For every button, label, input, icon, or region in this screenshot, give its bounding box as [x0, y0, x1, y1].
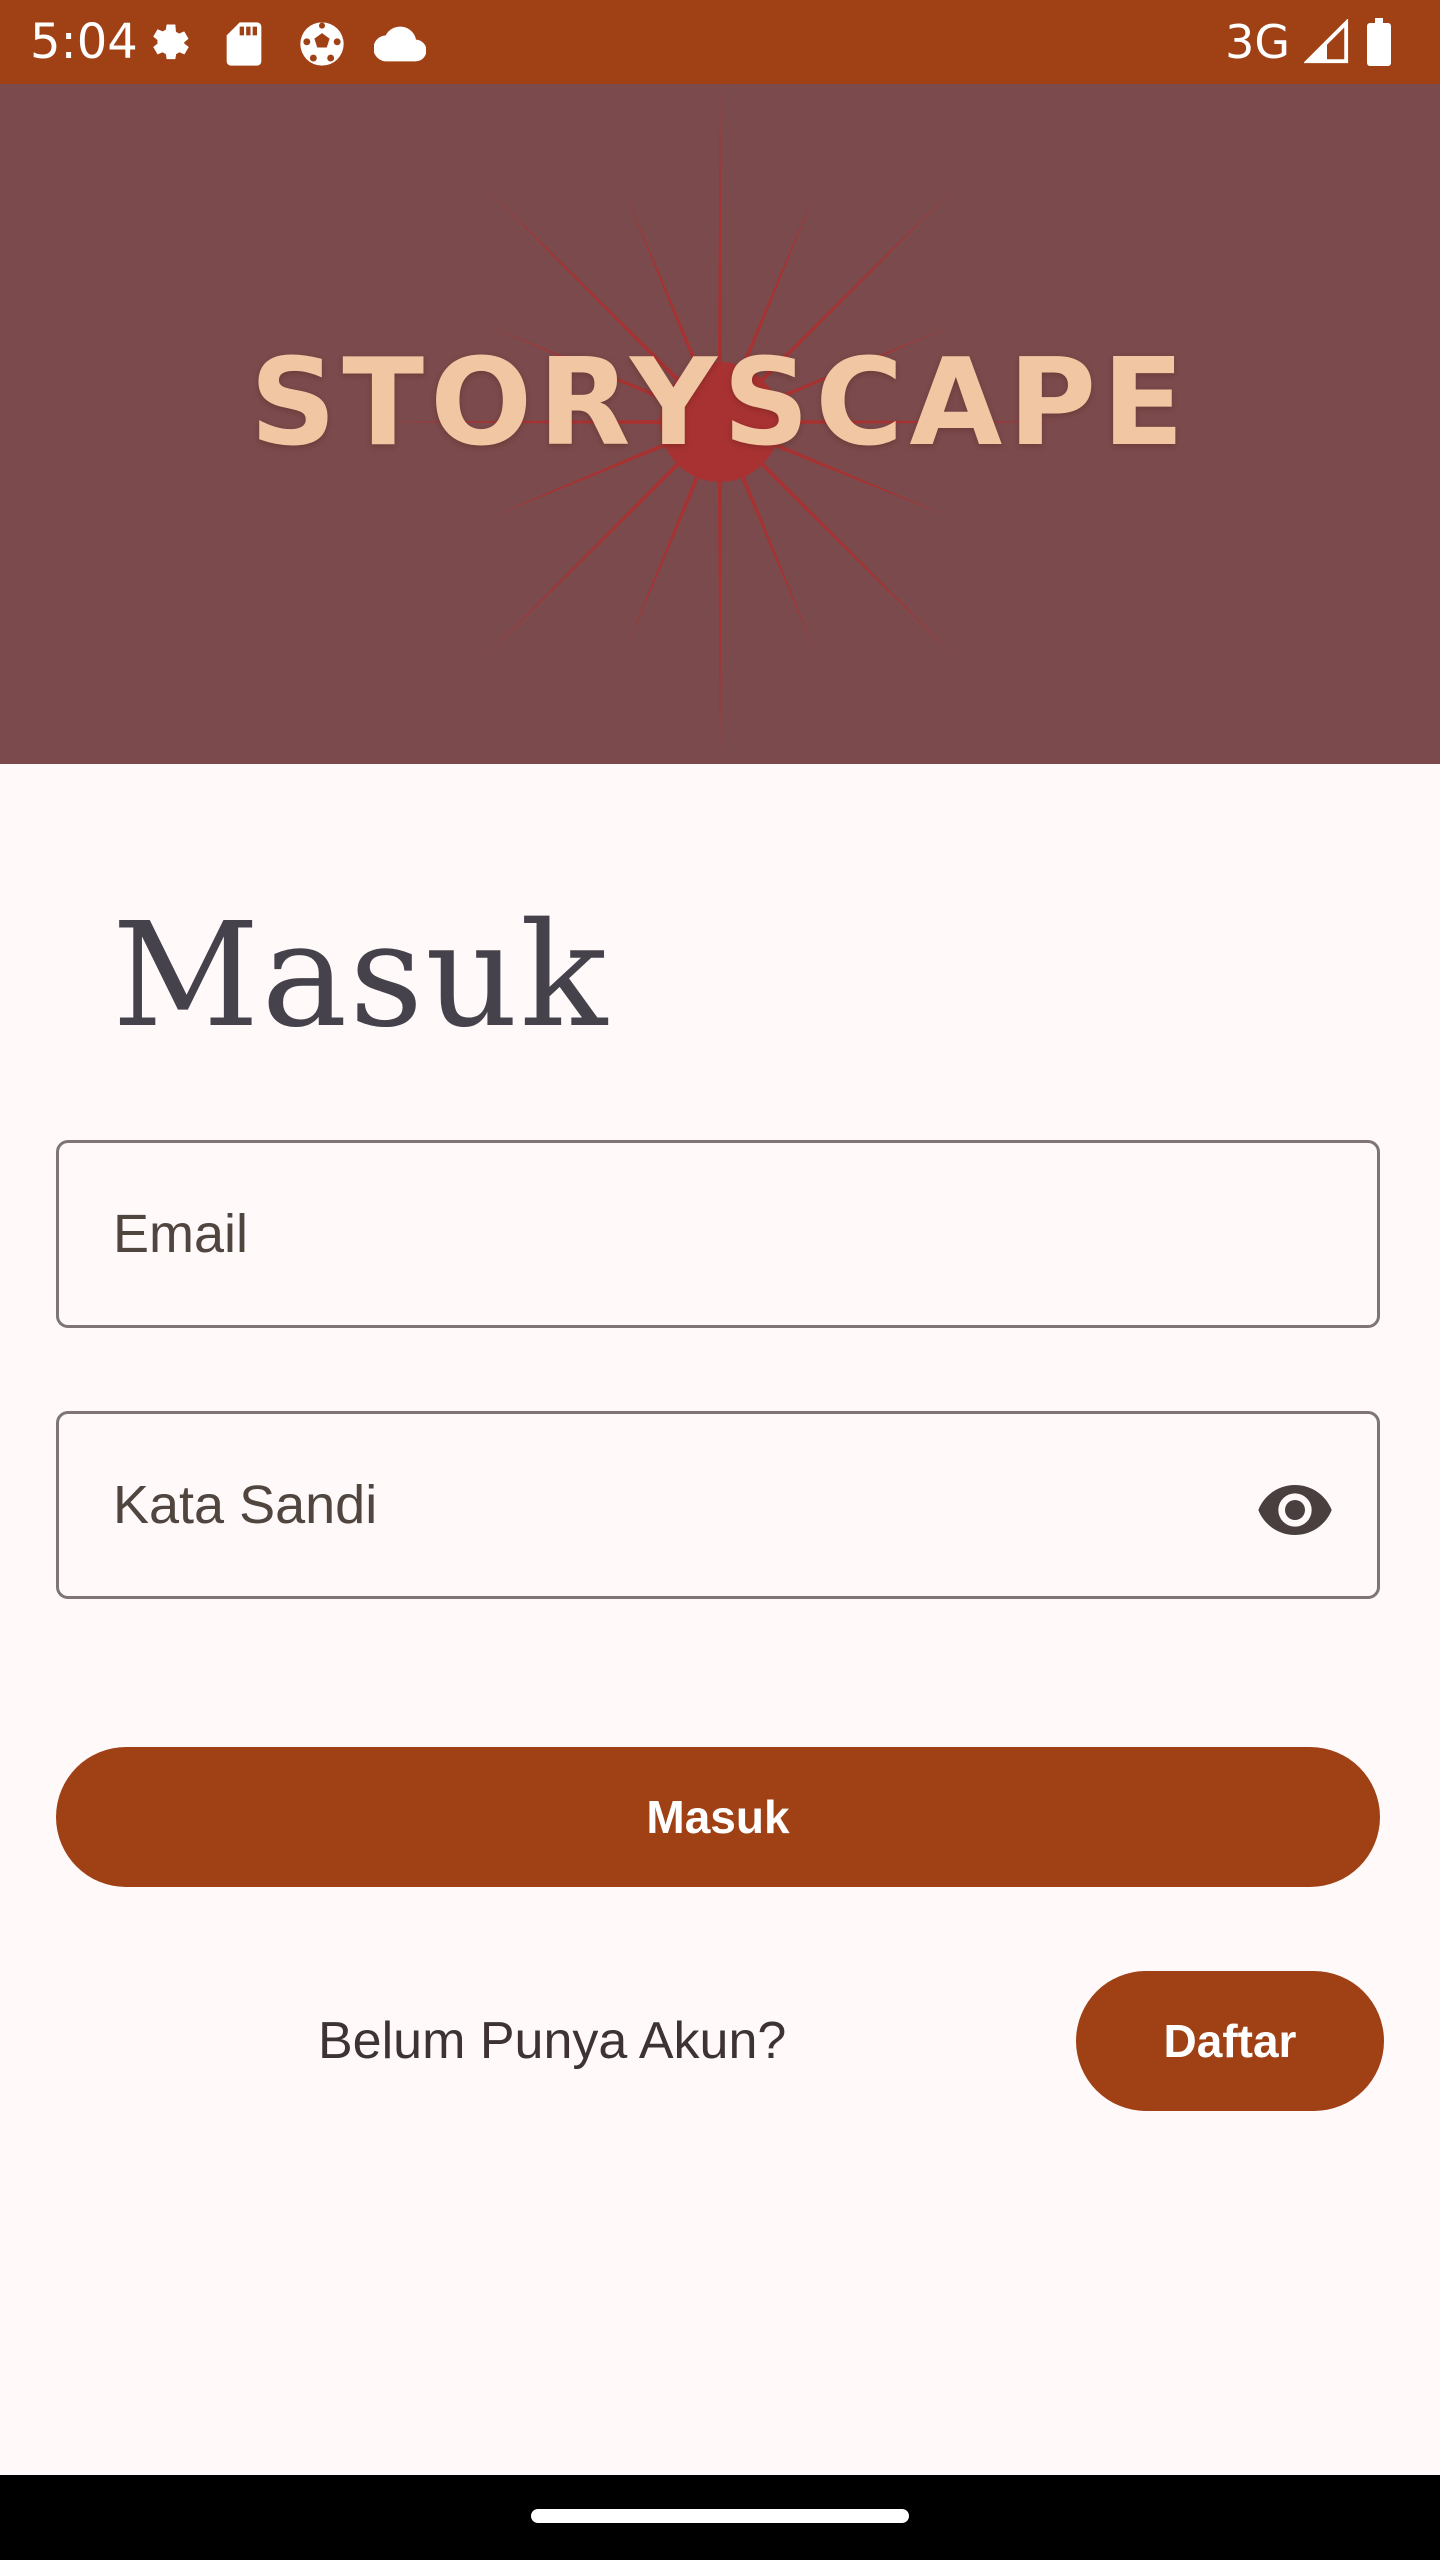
email-field[interactable]	[56, 1140, 1380, 1328]
network-type: 3G	[1225, 15, 1290, 69]
eye-icon[interactable]	[1255, 1470, 1335, 1550]
signup-button[interactable]: Daftar	[1076, 1971, 1384, 2111]
password-field[interactable]	[56, 1411, 1380, 1599]
login-button[interactable]: Masuk	[56, 1747, 1380, 1887]
app-logo: STORYSCAPE	[249, 334, 1191, 473]
settings-icon	[153, 24, 189, 60]
battery-icon	[1367, 18, 1391, 66]
signup-prompt: Belum Punya Akun?	[318, 2012, 787, 2070]
email-input[interactable]	[113, 1143, 1213, 1325]
status-system-icons: 3G	[1225, 12, 1394, 72]
signal-icon	[1304, 19, 1349, 64]
status-bar: 5:04 3G	[0, 0, 1440, 84]
page-title: Masuk	[112, 891, 610, 1059]
cloud-icon	[374, 26, 426, 62]
home-indicator[interactable]	[531, 2509, 909, 2523]
status-time: 5:04	[30, 14, 138, 70]
password-input[interactable]	[113, 1414, 1213, 1596]
sd-card-icon	[226, 22, 262, 66]
status-notification-icons	[140, 18, 426, 70]
header-banner: STORYSCAPE	[0, 84, 1440, 764]
soccer-ball-icon	[300, 22, 344, 66]
